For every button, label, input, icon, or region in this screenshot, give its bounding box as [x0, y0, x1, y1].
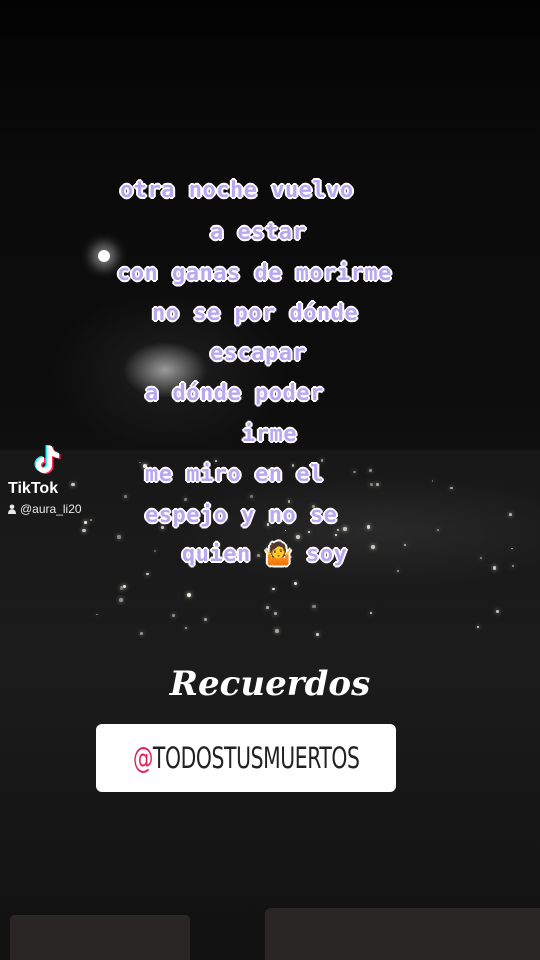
city-light	[312, 604, 317, 609]
city-light	[116, 534, 121, 539]
at-symbol: @	[132, 741, 153, 775]
city-light	[492, 566, 496, 570]
lyric-line: irme	[242, 422, 297, 447]
handle-name: TODOSTUSMUERTOS	[152, 741, 360, 775]
city-light	[172, 614, 175, 617]
city-light	[187, 592, 191, 597]
lyric-line: espejo y no se	[145, 503, 338, 528]
foreground-panel-left	[10, 915, 190, 960]
user-icon	[8, 504, 16, 514]
city-light	[185, 627, 187, 629]
city-light	[343, 527, 347, 531]
city-light	[272, 587, 275, 591]
sky-shadow	[0, 0, 540, 170]
lyric-line: quien 🤷 soy	[182, 542, 348, 567]
handle-text: @TODOSTUSMUERTOS	[133, 741, 360, 775]
city-light	[510, 547, 513, 550]
city-light	[480, 557, 482, 560]
tiktok-note-icon	[34, 445, 61, 474]
city-light	[353, 470, 356, 474]
city-light	[366, 525, 370, 529]
username-text: @aura_li20	[20, 502, 82, 516]
caption-title: Recuerdos	[169, 664, 371, 704]
street-lamp-glow	[98, 250, 110, 262]
lyric-line: a estar	[210, 220, 307, 245]
city-light	[118, 597, 123, 602]
city-light	[140, 632, 143, 636]
city-light	[250, 495, 253, 498]
city-light	[308, 530, 311, 533]
lyric-line: con ganas de morirme	[117, 261, 392, 286]
tiktok-username: @aura_li20	[8, 502, 82, 516]
city-light	[508, 513, 512, 517]
lyric-line: escapar	[210, 341, 307, 366]
city-light	[275, 629, 280, 633]
handle-banner: @TODOSTUSMUERTOS	[96, 724, 396, 792]
city-light	[369, 482, 373, 486]
lyric-line: a dónde poder	[145, 381, 324, 406]
lyric-line: otra noche vuelvo	[120, 178, 354, 203]
city-light	[266, 605, 269, 609]
tiktok-brand: TikTok	[8, 480, 59, 497]
city-light	[437, 529, 439, 531]
city-light	[123, 495, 127, 498]
city-light	[296, 534, 300, 539]
lyric-line: me miro en el	[145, 462, 324, 487]
tiktok-watermark: TikTok @aura_li20	[8, 442, 118, 522]
foreground-panel-right	[265, 908, 540, 960]
city-light	[371, 544, 375, 549]
city-light	[368, 468, 372, 472]
lyric-line: no se por dónde	[152, 301, 359, 326]
